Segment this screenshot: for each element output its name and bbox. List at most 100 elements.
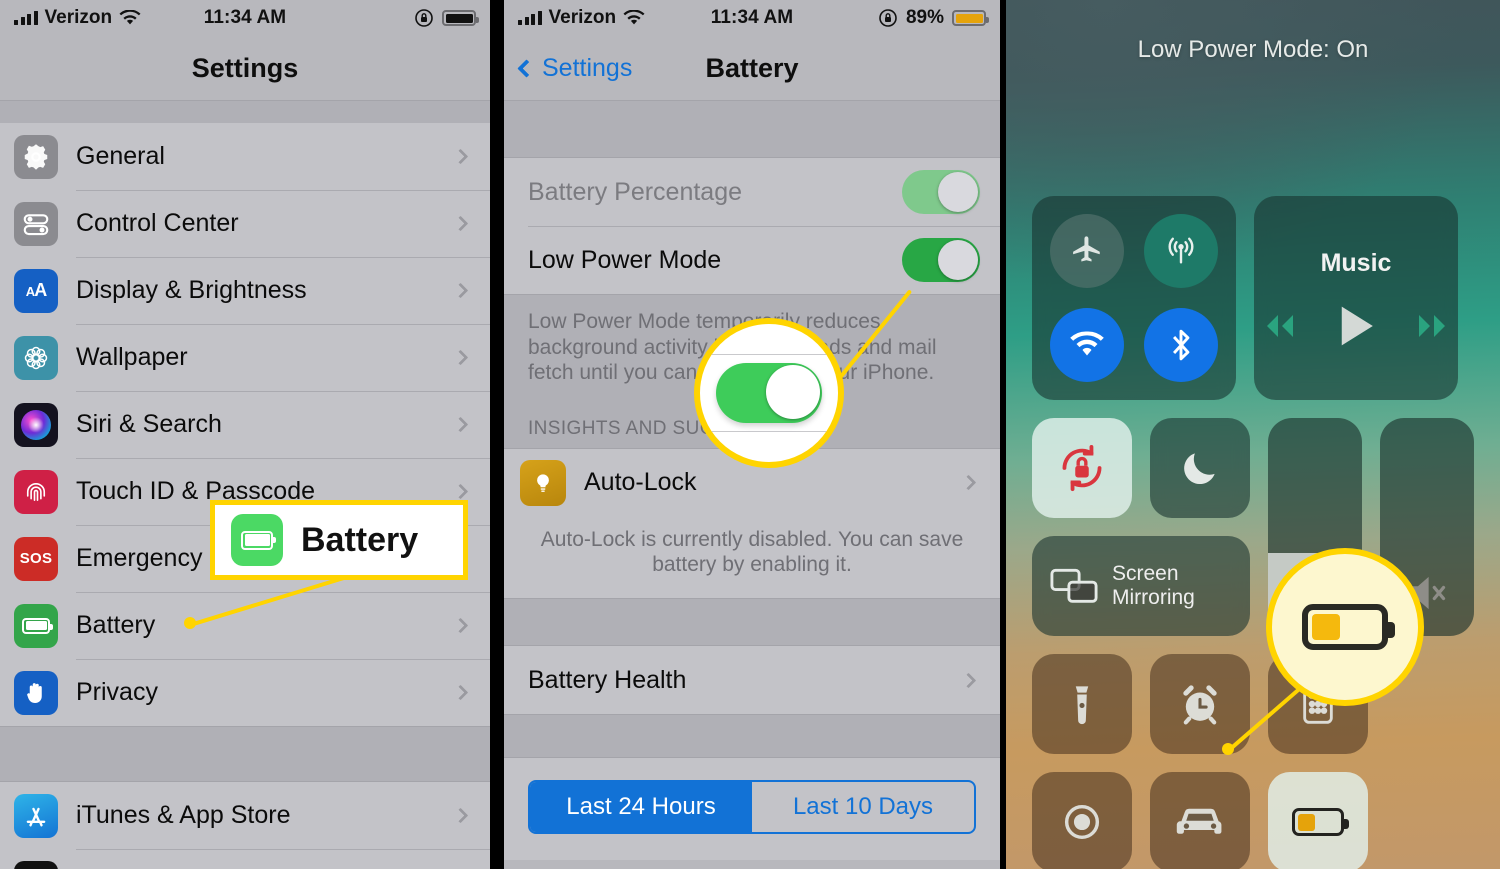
battery-low-power-icon (952, 10, 989, 26)
chevron-right-icon (452, 215, 469, 232)
row-label: Battery Health (528, 665, 687, 694)
low-power-mode-status: Low Power Mode: On (1137, 36, 1369, 63)
row-label: Low Power Mode (528, 245, 722, 274)
chevron-right-icon (452, 684, 469, 701)
panel-divider (490, 0, 504, 869)
sidebar-item-general[interactable]: General (0, 123, 490, 190)
battery-green-icon (14, 603, 58, 648)
sidebar-item-label: Battery (76, 611, 156, 639)
segmented-control[interactable]: Last 24 Hours Last 10 Days (528, 780, 976, 835)
group-gap (504, 599, 1000, 645)
camera-icon (1064, 804, 1100, 840)
battery-health-row[interactable]: Battery Health (504, 646, 1000, 714)
sidebar-item-control-center[interactable]: Control Center (0, 190, 490, 257)
app-store-icon (14, 793, 58, 838)
page-title: Settings (191, 52, 299, 83)
auto-lock-note: Auto-Lock is currently disabled. You can… (540, 527, 964, 577)
low-power-mode-magnifier (694, 318, 844, 468)
siri-orb-icon (14, 402, 58, 447)
flashlight-tile[interactable] (1032, 654, 1132, 754)
rotation-lock-icon (1062, 444, 1102, 492)
do-not-disturb-tile[interactable] (1150, 418, 1250, 518)
battery-icon (442, 10, 479, 26)
control-center-panel: Low Power Mode: On Music Screen Mirrorin… (1006, 0, 1500, 869)
chevron-right-icon (452, 807, 469, 824)
bluetooth-icon (1173, 329, 1190, 361)
sidebar-item-wallpaper[interactable]: Wallpaper (0, 324, 490, 391)
chevron-right-icon (452, 617, 469, 634)
sidebar-item-label: Siri & Search (76, 410, 222, 438)
airplane-icon (1073, 236, 1100, 262)
tv-icon (14, 860, 58, 869)
music-tile[interactable]: Music (1254, 196, 1458, 400)
sidebar-item-battery[interactable]: Battery (0, 592, 490, 659)
status-bar-left-group: Verizon (14, 7, 141, 29)
camera-tile[interactable] (1032, 772, 1132, 869)
segment-last-24-hours[interactable]: Last 24 Hours (530, 782, 752, 833)
settings-panel: Verizon 11:34 AM Settings General Contro… (0, 0, 490, 869)
sidebar-item-label: iTunes & App Store (76, 801, 291, 829)
battery-content: Battery Percentage Low Power Mode Low Po… (504, 101, 1000, 861)
battery-health-group: Battery Health (504, 645, 1000, 716)
flower-icon (14, 335, 58, 380)
rotation-lock-tile[interactable] (1032, 418, 1132, 518)
connectivity-tile (1032, 196, 1236, 400)
timer-tile[interactable] (1150, 654, 1250, 754)
sos-icon: SOS (14, 536, 58, 581)
battery-low-power-icon (1302, 604, 1395, 650)
signal-bars-icon (14, 11, 38, 25)
battery-percentage-toggle[interactable] (902, 170, 980, 214)
signal-bars-icon (518, 11, 542, 25)
rewind-icon[interactable] (1258, 311, 1302, 341)
text-size-icon: AA (14, 268, 58, 313)
chevron-right-icon (452, 416, 469, 433)
wifi-toggle[interactable] (1050, 308, 1124, 382)
sidebar-item-siri-search[interactable]: Siri & Search (0, 391, 490, 458)
cellular-data-toggle[interactable] (1144, 214, 1218, 288)
sidebar-item-itunes-app-store[interactable]: iTunes & App Store (0, 782, 490, 849)
carrier-label: Verizon (548, 7, 617, 28)
low-power-mode-tile[interactable] (1268, 772, 1368, 869)
battery-callout: Battery (210, 500, 468, 580)
status-bar-left-group: Verizon (518, 7, 645, 29)
sidebar-item-partial[interactable] (0, 849, 490, 869)
screenshot-stage: Verizon 11:34 AM Settings General Contro… (0, 0, 1500, 869)
sidebar-item-label: Display & Brightness (76, 276, 307, 304)
sidebar-item-label: Control Center (76, 209, 239, 237)
settings-list-secondary: iTunes & App Store (0, 782, 490, 869)
battery-low-power-icon (1292, 808, 1349, 836)
wifi-icon (1070, 331, 1104, 356)
airplane-mode-toggle[interactable] (1050, 214, 1124, 288)
low-power-mode-row[interactable]: Low Power Mode (504, 226, 1000, 294)
low-power-mode-toggle[interactable] (902, 238, 980, 282)
chevron-right-icon (452, 148, 469, 165)
segment-last-10-days[interactable]: Last 10 Days (752, 782, 974, 832)
fingerprint-icon (14, 469, 58, 514)
control-col-left: Screen Mirroring (1032, 418, 1250, 636)
toggle-pair (1032, 418, 1250, 518)
list-top-gap (0, 101, 490, 123)
battery-percentage-row[interactable]: Battery Percentage (504, 158, 1000, 226)
back-button[interactable]: Settings (517, 54, 632, 83)
wifi-icon (119, 10, 141, 25)
sidebar-item-display-brightness[interactable]: AA Display & Brightness (0, 257, 490, 324)
chevron-right-icon (452, 282, 469, 299)
screen-mirroring-tile[interactable]: Screen Mirroring (1032, 536, 1250, 636)
chevron-left-icon (517, 58, 536, 78)
fast-forward-icon[interactable] (1410, 311, 1454, 341)
control-row-3 (1032, 654, 1472, 869)
carrier-label: Verizon (44, 7, 113, 28)
sliders-icon (14, 201, 58, 246)
carplay-tile[interactable] (1150, 772, 1250, 869)
chevron-right-icon (960, 672, 977, 688)
play-icon[interactable] (1336, 304, 1376, 348)
list-group-separator (0, 726, 490, 782)
bluetooth-toggle[interactable] (1144, 308, 1218, 382)
settings-list: General Control Center AA Display & Brig… (0, 123, 490, 726)
music-controls (1258, 304, 1454, 348)
sidebar-item-privacy[interactable]: Privacy (0, 659, 490, 726)
group-gap-2 (504, 715, 1000, 757)
callout-label: Battery (301, 520, 419, 559)
status-bar-left: Verizon 11:34 AM (0, 0, 490, 36)
moon-icon (1184, 453, 1215, 485)
